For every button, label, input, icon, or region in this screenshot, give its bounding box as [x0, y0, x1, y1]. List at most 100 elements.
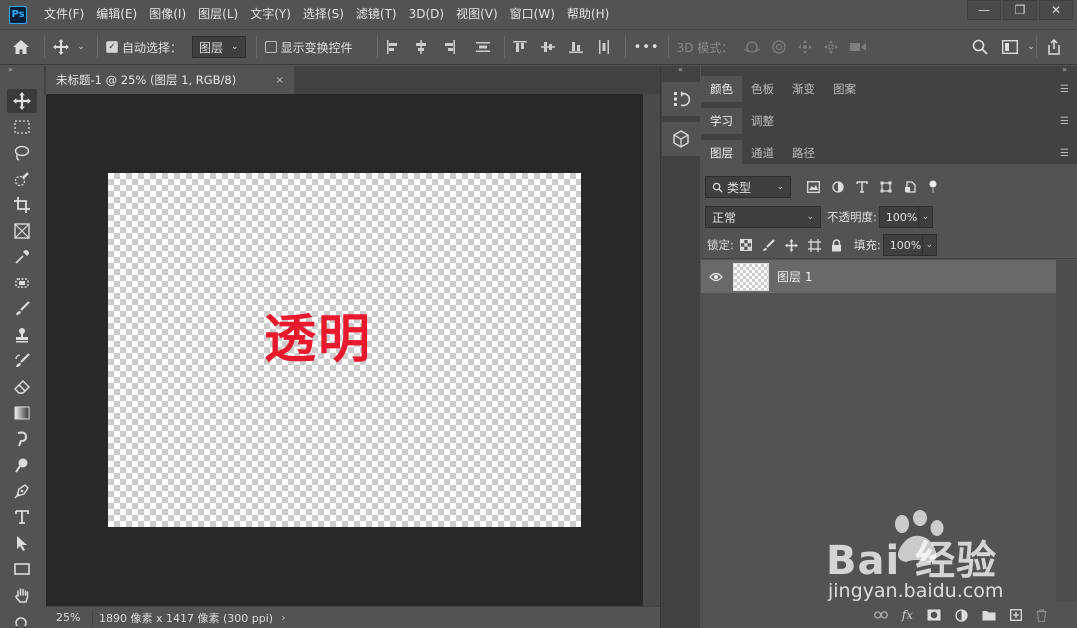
smart-object-filter-icon[interactable]	[904, 181, 916, 193]
tool-brush[interactable]	[0, 296, 44, 322]
tool-history-brush[interactable]	[0, 348, 44, 374]
opacity-chevron-icon[interactable]: ⌄	[918, 206, 933, 228]
3d-roll-icon[interactable]	[771, 39, 787, 55]
layer-name[interactable]: 图层 1	[777, 268, 812, 285]
tool-path-select[interactable]	[0, 530, 44, 556]
tab-swatches[interactable]: 色板	[742, 76, 783, 102]
share-icon[interactable]	[1046, 35, 1062, 59]
new-layer-icon[interactable]	[1010, 609, 1022, 621]
align-right-icon[interactable]	[442, 40, 456, 54]
show-transform-checkbox[interactable]	[264, 41, 277, 53]
tool-eyedropper[interactable]	[0, 244, 44, 270]
add-mask-icon[interactable]	[927, 609, 941, 621]
filter-toggle-icon[interactable]	[928, 180, 938, 194]
layers-scrollbar[interactable]	[1056, 260, 1077, 602]
workspace-icon[interactable]	[1002, 35, 1018, 59]
align-left-icon[interactable]	[386, 40, 400, 54]
panel-menu-icon[interactable]: ☰	[1060, 84, 1069, 95]
3d-orbit-icon[interactable]	[743, 39, 761, 55]
tool-type[interactable]	[0, 504, 44, 530]
tool-blur[interactable]	[0, 426, 44, 452]
zoom-level[interactable]: 25%	[46, 611, 92, 624]
3d-panel-button[interactable]	[662, 122, 700, 156]
menu-select[interactable]: 选择(S)	[297, 0, 350, 29]
menu-window[interactable]: 窗口(W)	[504, 0, 561, 29]
tab-learn[interactable]: 学习	[701, 108, 742, 134]
canvas-text-layer[interactable]: 透明	[264, 297, 372, 372]
lock-artboard-icon[interactable]	[807, 238, 821, 252]
document-tab[interactable]: 未标题-1 @ 25% (图层 1, RGB/8) ×	[46, 66, 294, 94]
tool-healing[interactable]	[0, 270, 44, 296]
3d-camera-icon[interactable]	[849, 39, 867, 55]
status-menu-arrow-icon[interactable]: ›	[281, 611, 285, 624]
history-panel-button[interactable]	[662, 82, 700, 116]
layer-row[interactable]: 图层 1	[701, 260, 1056, 293]
tool-zoom[interactable]	[0, 608, 44, 628]
menu-filter[interactable]: 滤镜(T)	[350, 0, 403, 29]
search-icon[interactable]	[972, 35, 988, 59]
tool-dodge[interactable]	[0, 452, 44, 478]
tab-paths[interactable]: 路径	[783, 140, 824, 166]
menu-type[interactable]: 文字(Y)	[244, 0, 297, 29]
tool-pen[interactable]	[0, 478, 44, 504]
tool-eraser[interactable]	[0, 374, 44, 400]
adjustment-filter-icon[interactable]	[832, 181, 844, 193]
menu-image[interactable]: 图像(I)	[143, 0, 192, 29]
maximize-button[interactable]: ❐	[1003, 0, 1037, 20]
tab-patterns[interactable]: 图案	[824, 76, 865, 102]
3d-slide-icon[interactable]	[823, 39, 839, 55]
link-layers-icon[interactable]	[873, 610, 888, 620]
fill-chevron-icon[interactable]: ⌄	[922, 234, 937, 256]
lock-all-icon[interactable]	[831, 238, 842, 252]
pixel-filter-icon[interactable]	[807, 181, 820, 193]
opacity-input[interactable]: 100%	[878, 206, 919, 228]
tool-hand[interactable]	[0, 582, 44, 608]
type-filter-icon[interactable]	[856, 181, 868, 193]
distribute-vertical-icon[interactable]	[475, 40, 490, 54]
tool-marquee[interactable]	[0, 114, 44, 140]
minimize-button[interactable]: —	[967, 0, 1001, 20]
3d-pan-icon[interactable]	[797, 39, 813, 55]
canvas-vertical-scrollbar[interactable]	[643, 94, 660, 606]
tab-adjustments[interactable]: 调整	[742, 108, 783, 134]
tool-gradient[interactable]	[0, 400, 44, 426]
lock-transparent-icon[interactable]	[739, 239, 752, 251]
auto-select-checkbox[interactable]: ✓	[106, 41, 118, 53]
canvas-area[interactable]: 透明	[46, 94, 643, 606]
blend-mode-dropdown[interactable]: 正常 ⌄	[705, 206, 821, 228]
lock-position-icon[interactable]	[784, 238, 798, 252]
menu-help[interactable]: 帮助(H)	[561, 0, 615, 29]
lock-pixels-icon[interactable]	[762, 238, 775, 252]
layer-filter-dropdown[interactable]: 类型 ⌄	[705, 176, 791, 198]
tab-gradients[interactable]: 渐变	[783, 76, 824, 102]
align-top-icon[interactable]	[512, 40, 527, 54]
distribute-horizontal-icon[interactable]	[597, 40, 611, 54]
move-tool-icon[interactable]	[53, 35, 69, 59]
tool-move[interactable]	[0, 88, 44, 114]
folder-icon[interactable]	[982, 610, 996, 621]
align-hcenter-icon[interactable]	[414, 40, 428, 54]
more-options-icon[interactable]: •••	[634, 40, 660, 55]
menu-layer[interactable]: 图层(L)	[192, 0, 244, 29]
panel-menu-icon[interactable]: ☰	[1060, 116, 1069, 127]
trash-icon[interactable]	[1036, 608, 1047, 622]
tab-layers[interactable]: 图层	[701, 140, 742, 166]
menu-file[interactable]: 文件(F)	[38, 0, 90, 29]
menu-view[interactable]: 视图(V)	[450, 0, 504, 29]
menu-edit[interactable]: 编辑(E)	[90, 0, 143, 29]
shape-filter-icon[interactable]	[880, 181, 892, 193]
tool-frame[interactable]	[0, 218, 44, 244]
auto-select-dropdown[interactable]: 图层 ⌄	[192, 36, 246, 58]
tab-color[interactable]: 颜色	[701, 76, 742, 102]
right-dock-collapse-icon[interactable]: »	[701, 66, 1077, 76]
tab-channels[interactable]: 通道	[742, 140, 783, 166]
tool-lasso[interactable]	[0, 140, 44, 166]
adjustment-layer-icon[interactable]	[955, 608, 968, 622]
dock-collapse-icon[interactable]: «	[661, 66, 700, 76]
align-vcenter-icon[interactable]	[540, 40, 555, 54]
toolbar-collapse-icon[interactable]: »	[0, 66, 44, 76]
tool-preset-chevron-icon[interactable]: ⌄	[73, 35, 89, 59]
eye-icon[interactable]	[701, 272, 731, 282]
tool-crop[interactable]	[0, 192, 44, 218]
fx-icon[interactable]: fx	[902, 608, 913, 622]
